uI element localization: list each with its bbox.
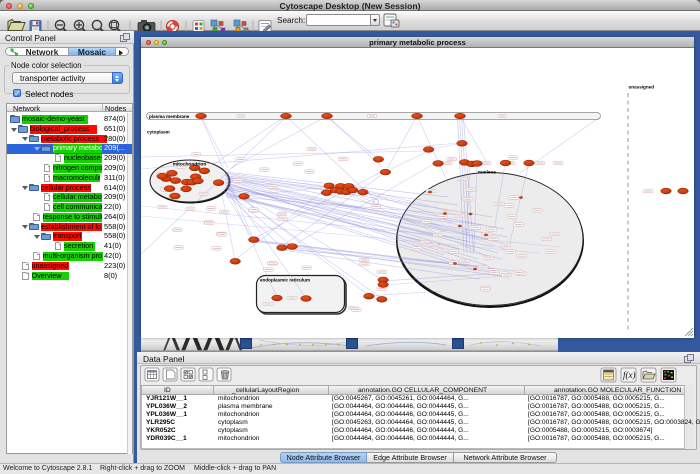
- svg-text:f(x): f(x): [623, 370, 636, 380]
- svg-text:mitochondrion: mitochondrion: [173, 161, 207, 167]
- svg-text:unassigned: unassigned: [629, 84, 655, 89]
- svg-text:endoplasmic reticulum: endoplasmic reticulum: [260, 277, 310, 282]
- svg-text:nucleus: nucleus: [478, 169, 496, 175]
- svg-text:plasma membrane: plasma membrane: [149, 113, 190, 118]
- svg-text:cytoplasm: cytoplasm: [147, 129, 170, 134]
